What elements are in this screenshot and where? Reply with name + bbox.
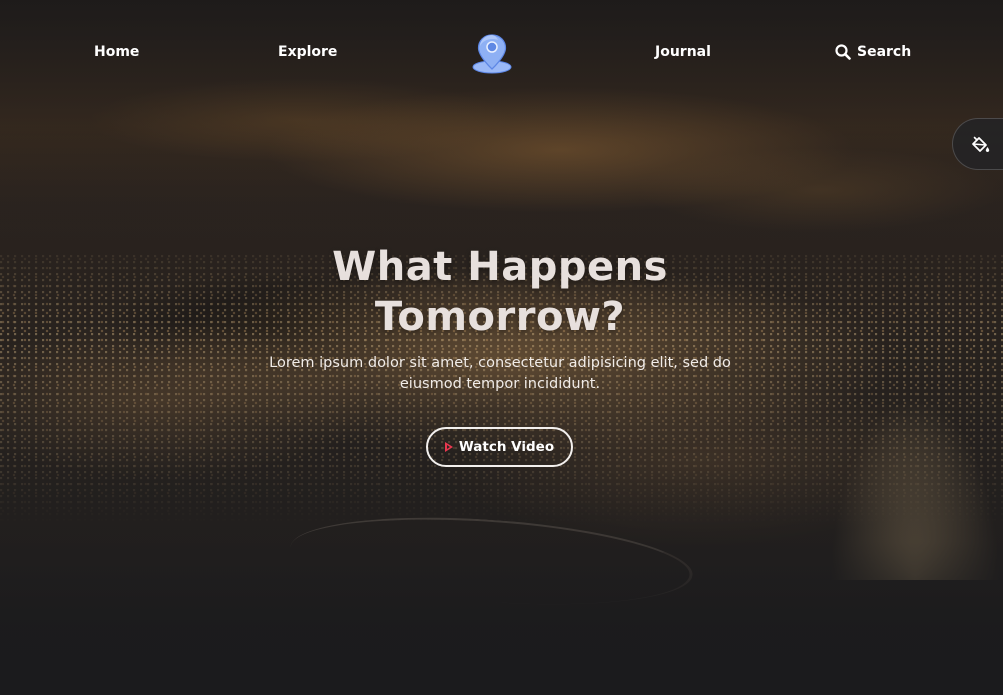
watch-video-label: Watch Video bbox=[458, 439, 555, 455]
background-overlay bbox=[0, 0, 1003, 695]
hero-subtitle: Lorem ipsum dolor sit amet, consectetur … bbox=[250, 353, 750, 395]
hero-subtitle-line-2: eiusmod tempor incididunt. bbox=[399, 376, 601, 392]
nav-item-search[interactable]: Search bbox=[835, 42, 911, 62]
hero-section: Home Explore Journal Search What Happens… bbox=[0, 0, 1003, 695]
nav-item-explore[interactable]: Explore bbox=[278, 42, 337, 62]
nav-item-journal[interactable]: Journal bbox=[655, 42, 711, 62]
paint-bucket-icon bbox=[972, 136, 990, 152]
hero-title: What Happens Tomorrow? bbox=[250, 242, 750, 342]
theme-customizer-button[interactable] bbox=[952, 118, 1003, 170]
hero-title-line-2: Tomorrow? bbox=[374, 294, 626, 340]
hero-subtitle-line-1: Lorem ipsum dolor sit amet, consectetur … bbox=[269, 355, 731, 371]
search-icon bbox=[835, 44, 851, 60]
logo[interactable] bbox=[471, 33, 513, 75]
top-navigation: Home Explore Journal Search bbox=[0, 0, 1003, 104]
map-pin-icon bbox=[472, 34, 512, 74]
nav-item-search-label: Search bbox=[857, 44, 912, 60]
watch-video-button[interactable]: Watch Video bbox=[426, 427, 573, 467]
nav-item-home[interactable]: Home bbox=[94, 42, 139, 62]
play-icon bbox=[444, 442, 453, 452]
hero-title-line-1: What Happens bbox=[332, 244, 668, 290]
